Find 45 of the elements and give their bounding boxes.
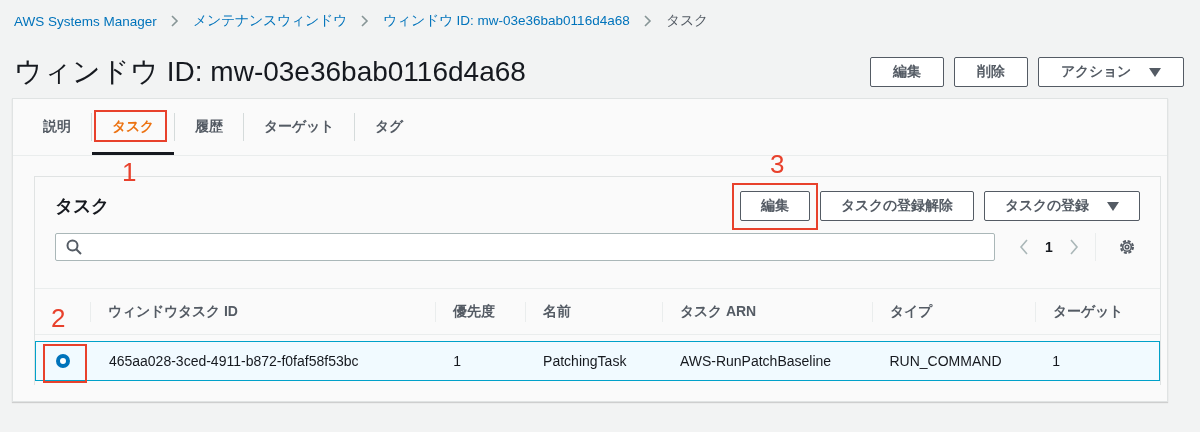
annotation-number: 1 xyxy=(122,159,137,185)
table-cell: 465aa028-3ced-4911-b872-f0faf58f53bc xyxy=(108,353,359,369)
next-page-icon[interactable] xyxy=(1068,239,1079,255)
caret-icon xyxy=(1149,67,1161,77)
page-title: ウィンドウ ID: mw-03e36bab0116d4a68 xyxy=(14,55,526,89)
tab[interactable]: タグ xyxy=(355,99,423,155)
annotation-number: 2 xyxy=(51,305,66,331)
column-header: ターゲット xyxy=(1053,302,1123,321)
header-button[interactable]: 編集 xyxy=(870,57,944,87)
table-cell: RUN_COMMAND xyxy=(889,353,1002,369)
chevron-icon xyxy=(170,15,179,27)
annotation-number: 3 xyxy=(770,151,785,177)
settings-icon[interactable] xyxy=(1117,238,1136,256)
table-cell: PatchingTask xyxy=(543,353,627,369)
caret-icon xyxy=(1107,201,1119,211)
column-header: 優先度 xyxy=(453,302,495,321)
column-header: 名前 xyxy=(543,302,571,321)
search-icon xyxy=(66,239,82,255)
column-header: タイプ xyxy=(890,302,932,321)
radio-button[interactable] xyxy=(56,354,71,368)
breadcrumb-link[interactable]: AWS Systems Manager xyxy=(14,13,157,29)
breadcrumb-link[interactable]: メンテナンスウィンドウ xyxy=(192,12,347,30)
task-button[interactable]: タスクの登録 xyxy=(984,191,1140,221)
breadcrumb-current-page: タスク xyxy=(665,12,708,30)
highlight-box xyxy=(43,344,87,383)
task-button[interactable]: 編集 xyxy=(740,191,810,221)
task-button[interactable]: タスクの登録解除 xyxy=(820,191,974,221)
previous-page-icon[interactable] xyxy=(1019,239,1029,255)
tab[interactable]: 説明 xyxy=(23,99,91,155)
tab[interactable]: 履歴 xyxy=(175,99,243,155)
breadcrumb-link[interactable]: ウィンドウ ID: mw-03e36bab0116d4a68 xyxy=(382,12,630,30)
header-button[interactable]: アクション xyxy=(1038,57,1184,87)
search-field[interactable] xyxy=(55,233,995,261)
table-cell: AWS-RunPatchBaseline xyxy=(679,353,832,369)
tab[interactable]: ターゲット xyxy=(244,99,354,155)
chevron-icon xyxy=(360,15,369,27)
chevron-icon xyxy=(643,15,652,27)
header-button[interactable]: 削除 xyxy=(954,57,1028,87)
column-header: ウィンドウタスク ID xyxy=(108,302,238,321)
column-header: タスク ARN xyxy=(680,302,757,321)
table-cell: 1 xyxy=(453,353,462,369)
card-title: タスク xyxy=(55,195,109,218)
table-cell: 1 xyxy=(1052,353,1060,369)
table-row[interactable]: 465aa028-3ced-4911-b872-f0faf58f53bc 1 PatchingTask AWS-RunPatchBaseline RUN_COMMAND 1 xyxy=(35,341,1160,381)
page-number[interactable]: 1 xyxy=(1045,239,1053,255)
